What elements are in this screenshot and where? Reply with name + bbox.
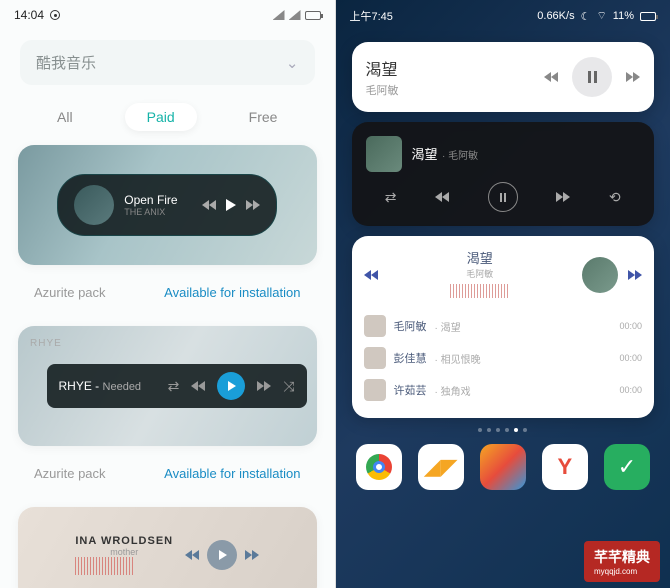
- card-preview: RHYE RHYE - Needed ⇄ ⤨: [18, 326, 317, 446]
- source-dropdown[interactable]: 酷我音乐 ⌄: [20, 40, 315, 85]
- dropdown-label: 酷我音乐: [36, 52, 96, 73]
- battery-icon: [305, 11, 321, 20]
- app-icon[interactable]: ◢◤: [418, 444, 464, 490]
- card-preview: Open Fire THE ANIX: [18, 145, 317, 265]
- chevron-down-icon: ⌄: [286, 54, 299, 72]
- next-icon: [246, 200, 260, 210]
- page-indicator[interactable]: [336, 428, 670, 432]
- waveform-icon: [75, 557, 135, 575]
- widget-card[interactable]: Open Fire THE ANIX: [18, 145, 317, 265]
- song-artist: 毛阿敏: [366, 82, 399, 98]
- song-title: 渴望: [388, 248, 573, 267]
- battery-pct: 11%: [613, 10, 634, 22]
- player-mini-widget: INA WROLDSEN mother: [57, 535, 277, 575]
- app-icon[interactable]: Y: [542, 444, 588, 490]
- moon-icon: ☾: [581, 10, 591, 23]
- track-thumb: [364, 379, 386, 401]
- song-title: 渴望: [366, 56, 399, 80]
- phone-left: 14:04 酷我音乐 ⌄ All Paid Free Open Fire THE…: [0, 0, 336, 588]
- preview-label: RHYE: [30, 338, 62, 349]
- next-button[interactable]: [628, 270, 642, 280]
- song-track: Needed: [103, 381, 142, 393]
- status-bar: 14:04: [0, 0, 335, 30]
- app-icon[interactable]: ✓: [604, 444, 650, 490]
- waveform-icon: [450, 284, 510, 298]
- prev-icon: [202, 200, 216, 210]
- playlist-item[interactable]: 毛阿敏 · 渴望 00:00: [364, 310, 643, 342]
- song-title: RHYE -: [59, 379, 103, 393]
- next-button[interactable]: [556, 192, 570, 202]
- song-artist: 毛阿敏: [388, 267, 573, 280]
- song-artist: INA WROLDSEN: [75, 535, 173, 547]
- prev-button[interactable]: [364, 270, 378, 280]
- next-icon: [245, 550, 259, 560]
- song-artist: · 毛阿敏: [442, 151, 478, 162]
- app-icon[interactable]: [480, 444, 526, 490]
- phone-right: 上午7:45 0.66K/s ☾ ⌔ 11% 渴望 毛阿敏 渴: [336, 0, 670, 588]
- song-track: mother: [75, 547, 173, 557]
- wifi-icon: ⌔: [596, 9, 606, 23]
- signal-icon: [289, 10, 301, 20]
- repeat-button[interactable]: ⟲: [609, 189, 621, 206]
- pause-button[interactable]: [488, 182, 518, 212]
- tab-paid[interactable]: Paid: [125, 103, 197, 131]
- play-icon: [226, 199, 236, 211]
- playlist-item[interactable]: 许茹芸 · 独角戏 00:00: [364, 374, 643, 406]
- pause-button[interactable]: [572, 57, 612, 97]
- widget-card[interactable]: RHYE RHYE - Needed ⇄ ⤨: [18, 326, 317, 446]
- battery-icon: [640, 12, 656, 21]
- playlist-item[interactable]: 彭佳慧 · 相见恨晚 00:00: [364, 342, 643, 374]
- player-pill-widget: Open Fire THE ANIX: [57, 174, 277, 236]
- song-title: Open Fire: [124, 193, 192, 207]
- prev-button[interactable]: [435, 192, 449, 202]
- song-title: 渴望: [412, 147, 438, 162]
- install-status[interactable]: Available for installation: [164, 285, 300, 300]
- wifi-icon: [273, 10, 285, 20]
- chrome-app-icon[interactable]: [356, 444, 402, 490]
- net-speed: 0.66K/s: [537, 10, 574, 22]
- watermark: 芊芊精典 myqqjd.com: [584, 541, 660, 582]
- album-art: [74, 185, 114, 225]
- card-footer: Azurite pack Available for installation: [18, 454, 317, 493]
- pack-name: Azurite pack: [34, 285, 106, 300]
- status-time: 上午7:45: [350, 8, 393, 24]
- album-art: [582, 257, 618, 293]
- song-artist: THE ANIX: [124, 207, 192, 217]
- prev-button[interactable]: [544, 72, 558, 82]
- dock: ◢◤ Y ✓: [336, 438, 670, 500]
- tab-all[interactable]: All: [35, 103, 95, 131]
- card-footer: Azurite pack Available for installation: [18, 273, 317, 312]
- play-button: [217, 372, 245, 400]
- music-widget-playlist[interactable]: 渴望 毛阿敏 毛阿敏 · 渴望 00:00 彭佳慧 · 相见恨晚 00:00: [352, 236, 655, 418]
- next-button[interactable]: [626, 72, 640, 82]
- track-thumb: [364, 315, 386, 337]
- play-button: [207, 540, 237, 570]
- install-status[interactable]: Available for installation: [164, 466, 300, 481]
- pack-name: Azurite pack: [34, 466, 106, 481]
- status-bar: 上午7:45 0.66K/s ☾ ⌔ 11%: [336, 0, 670, 32]
- album-art: [366, 136, 402, 172]
- music-widget-light[interactable]: 渴望 毛阿敏: [352, 42, 655, 112]
- music-widget-dark[interactable]: 渴望 · 毛阿敏 ⇄ ⟲: [352, 122, 655, 226]
- playlist: 毛阿敏 · 渴望 00:00 彭佳慧 · 相见恨晚 00:00 许茹芸 · 独角…: [364, 310, 643, 406]
- tab-free[interactable]: Free: [227, 103, 300, 131]
- track-thumb: [364, 347, 386, 369]
- widget-card[interactable]: INA WROLDSEN mother: [18, 507, 317, 588]
- prev-icon: [185, 550, 199, 560]
- status-time: 14:04: [14, 8, 44, 22]
- shuffle-icon: ⇄: [168, 378, 180, 395]
- target-icon: [50, 10, 60, 20]
- prev-icon: [191, 381, 205, 391]
- filter-tabs: All Paid Free: [0, 95, 335, 145]
- player-bar-widget: RHYE - Needed ⇄ ⤨: [47, 364, 307, 408]
- card-preview: INA WROLDSEN mother: [18, 507, 317, 588]
- repeat-icon: ⤨: [283, 378, 294, 395]
- shuffle-button[interactable]: ⇄: [385, 189, 397, 206]
- next-icon: [257, 381, 271, 391]
